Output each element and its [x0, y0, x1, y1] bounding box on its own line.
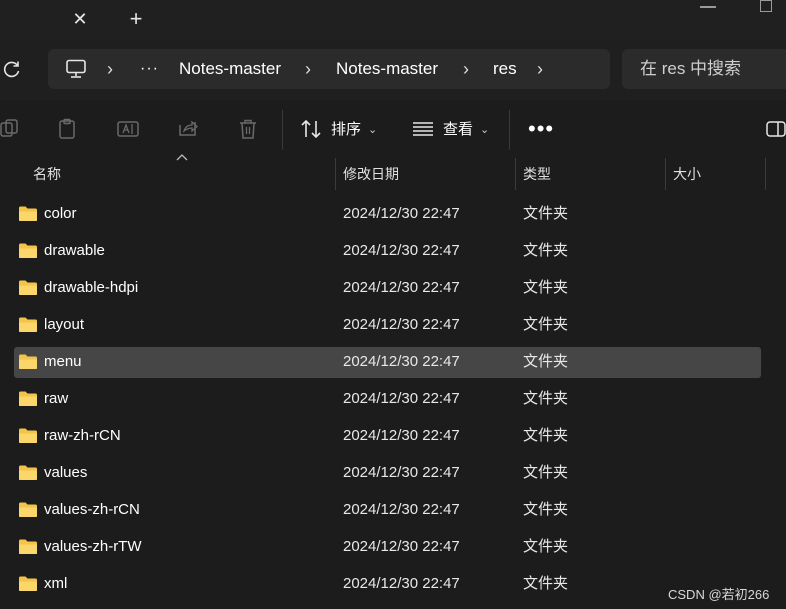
file-name[interactable]: values-zh-rCN: [44, 500, 140, 520]
folder-icon: [19, 206, 37, 221]
column-header-type[interactable]: 类型: [523, 164, 551, 184]
file-modified-date: 2024/12/30 22:47: [343, 316, 460, 333]
file-type: 文件夹: [523, 316, 569, 333]
sort-chevron-down-icon[interactable]: ⌄: [368, 120, 377, 140]
file-name[interactable]: color: [44, 204, 77, 224]
watermark: CSDN @若初266: [668, 587, 770, 602]
file-modified-date: 2024/12/30 22:47: [343, 427, 460, 444]
new-tab-icon[interactable]: +: [125, 6, 147, 32]
refresh-icon[interactable]: [2, 59, 22, 79]
file-modified-date: 2024/12/30 22:47: [343, 501, 460, 518]
toolbar-divider: [509, 110, 510, 150]
file-type: 文件夹: [523, 242, 569, 259]
delete-icon[interactable]: [237, 118, 259, 140]
column-divider[interactable]: [335, 158, 336, 190]
file-name[interactable]: values: [44, 463, 87, 483]
title-bar: [0, 0, 786, 40]
folder-icon: [19, 391, 37, 406]
column-header-modified[interactable]: 修改日期: [343, 164, 399, 184]
close-tab-icon[interactable]: ✕: [70, 8, 90, 30]
share-icon[interactable]: [177, 118, 199, 140]
file-modified-date: 2024/12/30 22:47: [343, 242, 460, 259]
folder-icon: [19, 243, 37, 258]
file-modified-date: 2024/12/30 22:47: [343, 575, 460, 592]
file-modified-date: 2024/12/30 22:47: [343, 538, 460, 555]
breadcrumb-chevron-icon[interactable]: ›: [537, 57, 543, 81]
maximize-icon[interactable]: [760, 0, 772, 12]
file-name[interactable]: raw: [44, 389, 68, 409]
file-modified-date: 2024/12/30 22:47: [343, 205, 460, 222]
breadcrumb-overflow[interactable]: ···: [140, 57, 159, 81]
column-header-size[interactable]: 大小: [673, 164, 701, 184]
file-type: 文件夹: [523, 575, 569, 592]
file-name[interactable]: xml: [44, 574, 67, 594]
file-modified-date: 2024/12/30 22:47: [343, 464, 460, 481]
folder-icon: [19, 465, 37, 480]
more-options-button[interactable]: •••: [528, 118, 553, 140]
column-header-name[interactable]: 名称: [33, 164, 61, 184]
breadcrumb-notes-master-1[interactable]: Notes-master: [179, 57, 281, 81]
file-name[interactable]: drawable: [44, 241, 105, 261]
folder-icon: [19, 354, 37, 369]
file-type: 文件夹: [523, 538, 569, 555]
toolbar-divider: [282, 110, 283, 150]
details-pane-icon[interactable]: [766, 121, 786, 137]
copy-icon[interactable]: [0, 118, 22, 140]
file-name[interactable]: raw-zh-rCN: [44, 426, 121, 446]
rename-icon[interactable]: [117, 118, 139, 140]
view-icon[interactable]: [412, 118, 434, 140]
file-modified-date: 2024/12/30 22:47: [343, 279, 460, 296]
file-type: 文件夹: [523, 390, 569, 407]
file-name[interactable]: values-zh-rTW: [44, 537, 142, 557]
this-pc-icon[interactable]: [65, 59, 87, 79]
folder-icon: [19, 317, 37, 332]
address-bar[interactable]: [48, 49, 610, 89]
view-button[interactable]: 查看: [443, 120, 473, 140]
folder-icon: [19, 539, 37, 554]
sort-icon[interactable]: [300, 118, 322, 140]
column-divider[interactable]: [765, 158, 766, 190]
folder-icon: [19, 280, 37, 295]
column-divider[interactable]: [515, 158, 516, 190]
file-modified-date: 2024/12/30 22:47: [343, 390, 460, 407]
view-chevron-down-icon[interactable]: ⌄: [480, 120, 489, 140]
file-name[interactable]: menu: [44, 352, 82, 372]
file-type: 文件夹: [523, 279, 569, 296]
file-type: 文件夹: [523, 353, 569, 370]
breadcrumb-chevron-icon[interactable]: ›: [305, 57, 311, 81]
folder-icon: [19, 428, 37, 443]
folder-icon: [19, 502, 37, 517]
breadcrumb-chevron-icon[interactable]: ›: [107, 57, 113, 81]
file-modified-date: 2024/12/30 22:47: [343, 353, 460, 370]
breadcrumb-res[interactable]: res: [493, 57, 517, 81]
sort-ascending-icon: [176, 154, 188, 161]
folder-icon: [19, 576, 37, 591]
file-type: 文件夹: [523, 501, 569, 518]
breadcrumb-chevron-icon[interactable]: ›: [463, 57, 469, 81]
column-divider[interactable]: [665, 158, 666, 190]
breadcrumb-notes-master-2[interactable]: Notes-master: [336, 57, 438, 81]
paste-icon[interactable]: [56, 118, 78, 140]
sort-button[interactable]: 排序: [331, 120, 361, 140]
file-name[interactable]: drawable-hdpi: [44, 278, 138, 298]
file-type: 文件夹: [523, 427, 569, 444]
file-name[interactable]: layout: [44, 315, 84, 335]
file-type: 文件夹: [523, 464, 569, 481]
minimize-icon[interactable]: [700, 6, 716, 8]
file-type: 文件夹: [523, 205, 569, 222]
search-input[interactable]: 在 res 中搜索: [640, 57, 741, 81]
